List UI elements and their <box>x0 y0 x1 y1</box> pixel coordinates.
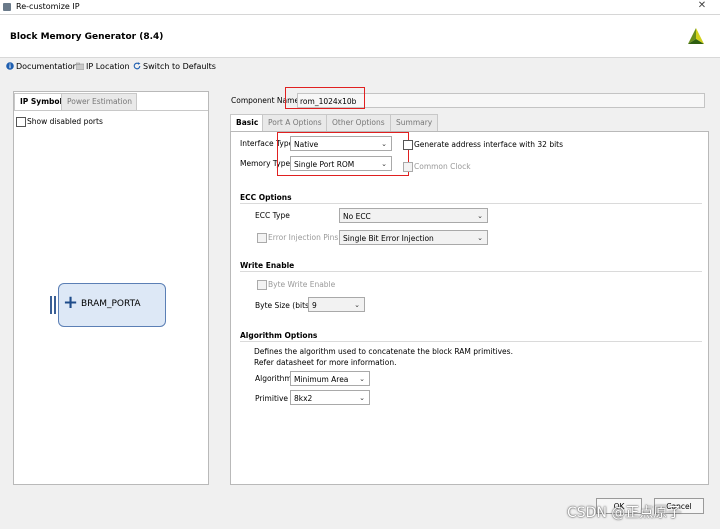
primitive-value: 8kx2 <box>294 394 313 403</box>
chevron-down-icon: ⌄ <box>477 234 483 242</box>
xilinx-logo-icon <box>688 28 704 44</box>
byte-size-select[interactable]: 9 ⌄ <box>308 297 365 312</box>
info-icon <box>6 62 14 70</box>
byte-write-enable-checkbox[interactable] <box>257 280 267 290</box>
tab-divider <box>14 110 208 111</box>
section-divider <box>240 271 702 272</box>
highlight-box <box>285 87 365 109</box>
show-disabled-ports-checkbox[interactable] <box>16 117 26 127</box>
algorithm-description: Defines the algorithm used to concatenat… <box>254 347 513 356</box>
tab-port-a-options[interactable]: Port A Options <box>262 114 328 131</box>
write-enable-heading: Write Enable <box>240 261 295 270</box>
highlight-box <box>277 132 409 176</box>
section-divider <box>240 341 702 342</box>
show-disabled-ports-label: Show disabled ports <box>27 117 103 126</box>
tab-summary[interactable]: Summary <box>390 114 439 131</box>
primitive-label: Primitive <box>255 394 289 403</box>
error-injection-value: Single Bit Error Injection <box>343 234 434 243</box>
algorithm-label: Algorithm <box>255 374 292 383</box>
chevron-down-icon: ⌄ <box>359 375 365 383</box>
gen-address-checkbox[interactable] <box>403 140 413 150</box>
common-clock-label: Common Clock <box>414 162 471 171</box>
port-label: BRAM_PORTA <box>81 299 141 309</box>
ecc-type-value: No ECC <box>343 212 371 221</box>
folder-icon <box>76 62 84 70</box>
chevron-down-icon: ⌄ <box>477 212 483 220</box>
primitive-select[interactable]: 8kx2 ⌄ <box>290 390 370 405</box>
close-icon[interactable]: ✕ <box>690 0 714 12</box>
error-injection-checkbox[interactable] <box>257 233 267 243</box>
tab-other-options[interactable]: Other Options <box>326 114 391 131</box>
algorithm-value: Minimum Area <box>294 375 349 384</box>
window-titlebar: Re-customize IP ✕ <box>0 0 720 15</box>
watermark: CSDN @正点原子 <box>567 505 682 521</box>
port-bus-bar <box>54 296 56 314</box>
refresh-icon <box>133 62 141 70</box>
dialog-header: Block Memory Generator (8.4) <box>0 15 720 58</box>
app-icon <box>3 3 11 11</box>
expand-icon[interactable]: + <box>63 292 78 313</box>
byte-write-enable-label: Byte Write Enable <box>268 280 336 289</box>
bram-porta-interface[interactable]: + BRAM_PORTA <box>58 283 166 327</box>
tab-basic[interactable]: Basic <box>230 114 265 131</box>
common-clock-checkbox[interactable] <box>403 162 413 172</box>
window-title: Re-customize IP <box>16 2 80 11</box>
ip-symbol-panel: IP Symbol Power Estimation Show disabled… <box>13 91 209 485</box>
switch-defaults-label: Switch to Defaults <box>143 62 216 71</box>
gen-address-label: Generate address interface with 32 bits <box>414 140 564 149</box>
documentation-link[interactable]: Documentation <box>6 62 78 71</box>
port-bus-bar <box>50 296 52 314</box>
switch-defaults-link[interactable]: Switch to Defaults <box>133 62 216 71</box>
chevron-down-icon: ⌄ <box>359 394 365 402</box>
chevron-down-icon: ⌄ <box>354 301 360 309</box>
algorithm-select[interactable]: Minimum Area ⌄ <box>290 371 370 386</box>
ecc-type-label: ECC Type <box>255 211 290 220</box>
algorithm-description-note: Refer datasheet for more information. <box>254 358 397 367</box>
byte-size-label: Byte Size (bits) <box>255 301 312 310</box>
documentation-label: Documentation <box>16 62 78 71</box>
ecc-options-heading: ECC Options <box>240 193 292 202</box>
ip-location-label: IP Location <box>86 62 130 71</box>
error-injection-label: Error Injection Pins <box>268 233 339 242</box>
page-title: Block Memory Generator (8.4) <box>10 32 164 42</box>
algorithm-options-heading: Algorithm Options <box>240 331 318 340</box>
tab-power-estimation[interactable]: Power Estimation <box>61 93 137 110</box>
ecc-type-select[interactable]: No ECC ⌄ <box>339 208 488 223</box>
error-injection-select[interactable]: Single Bit Error Injection ⌄ <box>339 230 488 245</box>
ip-location-link[interactable]: IP Location <box>76 62 130 71</box>
section-divider <box>240 203 702 204</box>
byte-size-value: 9 <box>312 301 317 310</box>
tab-ip-symbol[interactable]: IP Symbol <box>14 93 69 110</box>
